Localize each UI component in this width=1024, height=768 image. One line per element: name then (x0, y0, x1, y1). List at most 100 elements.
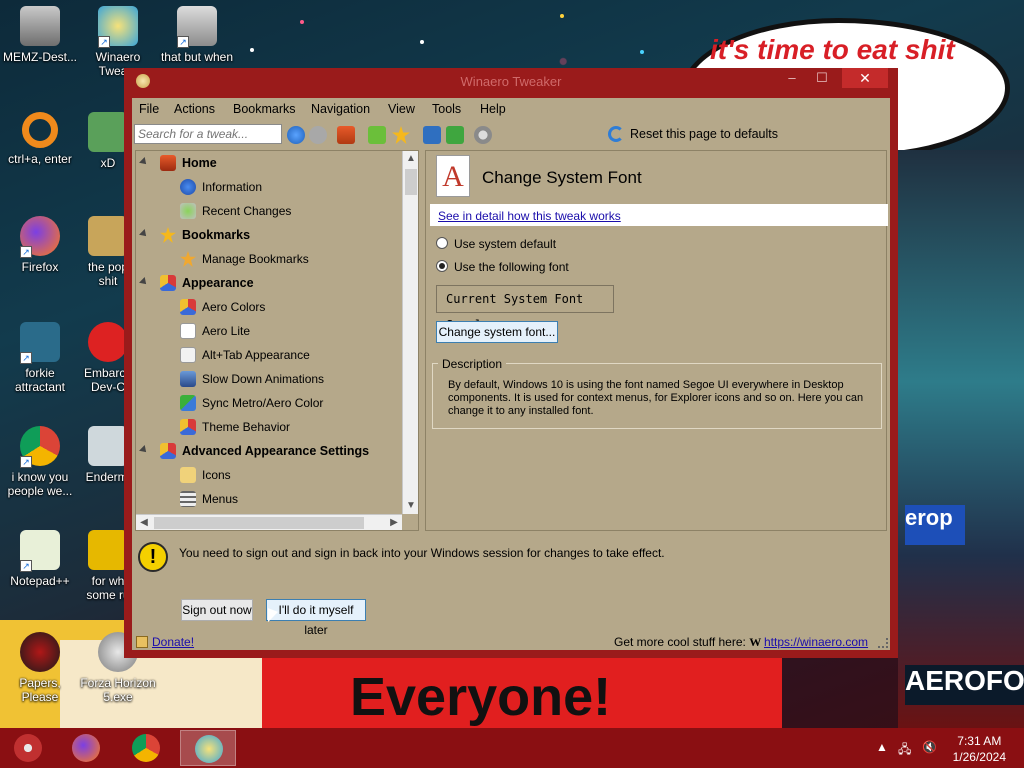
window-icon (180, 323, 196, 339)
tree-item-label: Alt+Tab Appearance (202, 348, 310, 362)
desktop-icon-memz[interactable]: MEMZ-Dest... (0, 6, 80, 64)
scroll-left-icon[interactable]: ◀ (136, 515, 152, 531)
volume-muted-icon[interactable]: 🔇 (922, 740, 937, 754)
menu-actions[interactable]: Actions (174, 102, 215, 116)
winaero-link[interactable]: https://winaero.com (764, 635, 868, 649)
tweak-detail-link[interactable]: See in detail how this tweak works (438, 209, 621, 223)
description-text: By default, Windows 10 is using the font… (448, 379, 864, 417)
firefox-icon (72, 734, 100, 762)
desktop-icon-forkie[interactable]: ↗ forkie attractant (0, 322, 80, 394)
search-input[interactable] (134, 124, 282, 144)
menu-view[interactable]: View (388, 102, 415, 116)
advanced-appearance-icon (160, 443, 176, 459)
desktop-icon-label: Papers, Please (19, 676, 61, 704)
back-icon[interactable] (287, 126, 305, 144)
wallpaper-sign: erop (905, 505, 965, 545)
taskbar-chrome[interactable] (118, 730, 174, 766)
tree-item-label: Aero Colors (202, 300, 266, 314)
desktop-icon-label: xD (100, 156, 116, 170)
system-clock[interactable]: 7:31 AM 1/26/2024 (953, 733, 1006, 765)
desktop-icon-notepadpp[interactable]: ↗ Notepad++ (0, 530, 80, 588)
add-bookmark-icon[interactable] (368, 126, 386, 144)
sign-out-now-button[interactable]: Sign out now (181, 599, 253, 621)
bookmarks-star-icon[interactable] (392, 126, 410, 144)
winaero-tweaker-window: Winaero Tweaker – ☐ ✕ File Actions Bookm… (124, 68, 898, 658)
change-system-font-button[interactable]: Change system font... (436, 321, 558, 343)
tree-item-label: Advanced Appearance Settings (182, 444, 370, 458)
desktop-icon-label: i know you people we... (7, 470, 73, 498)
scroll-thumb[interactable] (405, 169, 417, 195)
scroll-right-icon[interactable]: ▶ (386, 515, 402, 531)
do-it-later-button[interactable]: I'll do it myself later (266, 599, 366, 637)
papers-please-icon (20, 632, 60, 672)
apply-icon[interactable] (446, 126, 464, 144)
desktop-icon-papers-please[interactable]: Papers, Please (0, 632, 80, 704)
use-system-default-radio[interactable] (436, 237, 448, 249)
scroll-up-icon[interactable]: ▲ (403, 151, 419, 167)
reset-label: Reset this page to defaults (630, 127, 779, 141)
taskbar-firefox[interactable] (58, 730, 114, 766)
tree-horizontal-scrollbar[interactable]: ◀ ▶ (136, 514, 402, 530)
start-icon (14, 734, 42, 762)
donate-icon (136, 636, 148, 648)
menu-help[interactable]: Help (480, 102, 506, 116)
x-icon (88, 112, 128, 152)
desktop-icon-label: forkie attractant (14, 366, 66, 394)
cool-stuff-area: Get more cool stuff here: W https://wina… (614, 635, 868, 650)
menu-bookmarks[interactable]: Bookmarks (233, 102, 296, 116)
tree-vertical-scrollbar[interactable]: ▲ ▼ (402, 151, 418, 514)
use-following-font-label[interactable]: Use the following font (454, 260, 569, 274)
home-icon[interactable] (337, 126, 355, 144)
chrome-icon (132, 734, 160, 762)
winaero-logo-icon: W (749, 635, 764, 649)
resize-grip[interactable] (878, 638, 888, 648)
recycle-bin-icon (20, 6, 60, 46)
winaero-icon (195, 735, 223, 763)
sign-out-warning: You need to sign out and sign in back in… (179, 546, 665, 560)
desktop-icon-ctrl-a[interactable]: ctrl+a, enter (0, 112, 80, 166)
donate-area: Donate! (136, 635, 194, 649)
use-following-font-radio[interactable] (436, 260, 448, 272)
desktop-icon-that-but-when[interactable]: ↗ that but when (152, 6, 242, 64)
tree-item-label: Icons (202, 468, 231, 482)
desktop-icon-label: that but when (160, 50, 234, 64)
tree-item-label: Recent Changes (202, 204, 292, 218)
tweak-title: Change System Font (482, 168, 642, 187)
title-bar[interactable]: Winaero Tweaker – ☐ ✕ (124, 68, 898, 94)
use-system-default-label[interactable]: Use system default (454, 237, 556, 251)
theme-icon (180, 419, 196, 435)
menu-file[interactable]: File (139, 102, 159, 116)
taskbar-winaero[interactable] (180, 730, 236, 766)
animation-icon (180, 371, 196, 387)
start-button[interactable] (0, 730, 56, 766)
toolbar: Reset this page to defaults (132, 122, 890, 148)
menu-navigation[interactable]: Navigation (311, 102, 370, 116)
scroll-down-icon[interactable]: ▼ (403, 498, 419, 514)
settings-gear-icon[interactable] (474, 126, 492, 144)
tree-item-label: Slow Down Animations (202, 372, 325, 386)
document-icon (88, 530, 128, 570)
desktop-icon-chrome-shortcut[interactable]: ↗ i know you people we... (0, 426, 80, 498)
tree-item-label: Home (182, 156, 217, 170)
desktop-icon-label: Firefox (21, 260, 59, 274)
expand-arrow-icon (139, 157, 149, 167)
shortcut-icon[interactable] (423, 126, 441, 144)
close-button[interactable]: ✕ (842, 68, 888, 88)
scroll-thumb[interactable] (154, 517, 364, 529)
expand-arrow-icon (139, 277, 149, 287)
reset-icon (608, 126, 624, 142)
tree-item-label: Aero Lite (202, 324, 251, 338)
maximize-button[interactable]: ☐ (808, 68, 836, 88)
network-icon[interactable]: 🖧 (898, 740, 911, 761)
menu-tools[interactable]: Tools (432, 102, 461, 116)
detail-bar: See in detail how this tweak works (430, 204, 888, 226)
tweak-content-pane: A Change System Font See in detail how t… (425, 150, 888, 531)
minimize-button[interactable]: – (778, 68, 806, 88)
tree-item-label: Appearance (182, 276, 254, 290)
show-hidden-icons-icon[interactable]: ▲ (876, 740, 888, 754)
clock-time: 7:31 AM (957, 734, 1002, 748)
window-client-area: File Actions Bookmarks Navigation View T… (132, 98, 890, 650)
desktop-icon-firefox[interactable]: ↗ Firefox (0, 216, 80, 274)
donate-link[interactable]: Donate! (152, 635, 194, 649)
forward-icon[interactable] (309, 126, 327, 144)
